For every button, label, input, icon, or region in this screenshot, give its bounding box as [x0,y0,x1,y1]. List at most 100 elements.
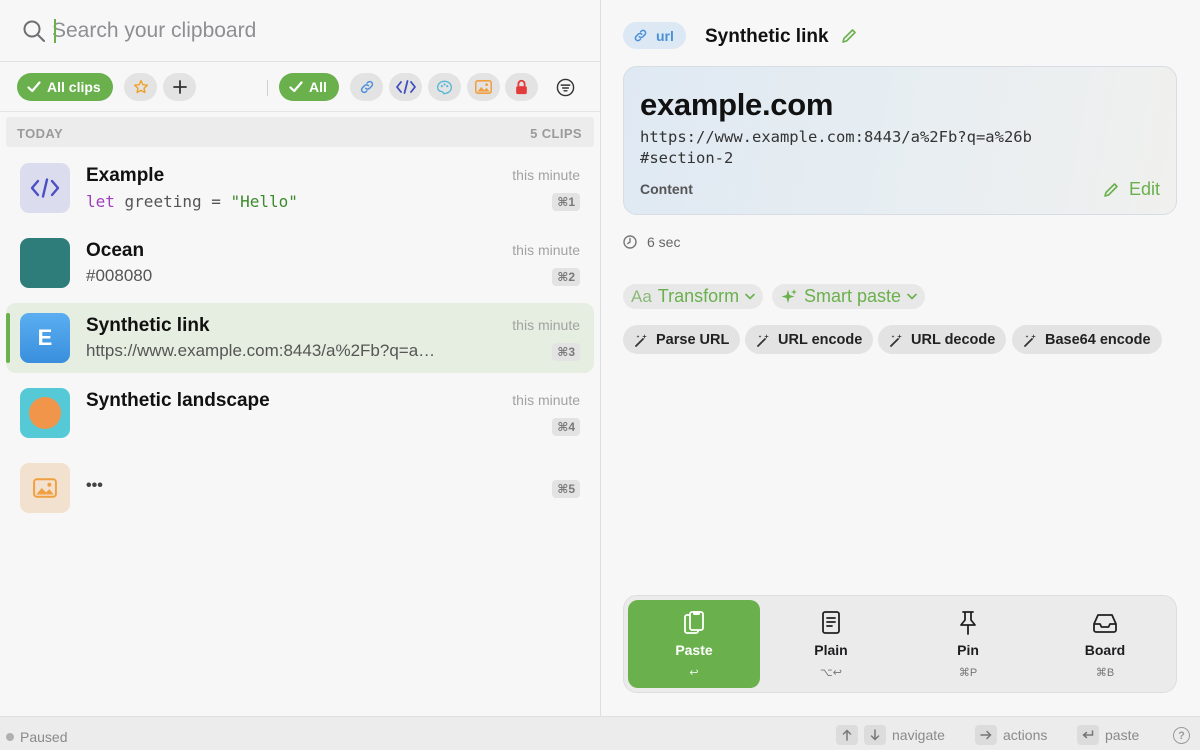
clip-list-pane: All clips All TODAY [0,0,600,716]
paste-shortcut: ↩ [689,667,699,679]
favicon-letter: E [37,325,53,350]
link-favicon: E [20,313,70,363]
clip-shortcut: ⌘1 [552,193,580,211]
arrow-right-icon [980,730,992,740]
clip-title: Ocean [86,240,145,261]
magic-wand-icon [1024,333,1036,347]
clip-row[interactable]: ••• ⌘5 [6,453,594,523]
paused-indicator[interactable]: Paused [6,729,67,745]
image-icon [33,478,57,498]
link-icon [634,29,647,42]
content-card: example.com https://www.example.com:8443… [623,66,1177,215]
code-type-filter[interactable] [389,73,422,101]
transform-label: URL encode [778,331,863,348]
detail-pane: url Synthetic link example.com https://w… [601,0,1200,716]
arrow-down-icon [870,729,880,741]
add-board-button[interactable] [163,73,196,101]
plain-shortcut: ⌥↩ [820,667,842,679]
clip-title: Synthetic landscape [86,390,270,411]
clip-preview: let greeting = "Hello" [86,192,298,211]
magic-wand-icon [635,333,647,347]
pencil-icon [1104,182,1118,197]
image-thumbnail [20,388,70,438]
clip-preview: #008080 [86,266,153,285]
clip-time: this minute [512,167,580,183]
search-input[interactable] [52,14,572,48]
clip-row[interactable]: Example let greeting = "Hello" this minu… [6,153,594,223]
document-icon [822,611,840,634]
tray-icon [1093,614,1117,633]
clip-row-selected[interactable]: E Synthetic link https://www.example.com… [6,303,594,373]
pin-button[interactable]: Pin ⌘P [902,600,1034,688]
link-icon [360,80,373,94]
transform-url-encode[interactable]: URL encode [745,325,874,354]
clip-time: this minute [512,242,580,258]
search-icon [23,20,45,42]
text-format-icon: Aa [631,286,652,306]
filter-divider [267,80,268,96]
type-badge: url [623,22,686,49]
edit-button[interactable]: Edit [1103,179,1160,200]
arrow-right-key [975,725,997,745]
arrow-down-key [864,725,886,745]
help-button[interactable]: ? [1173,727,1190,744]
transform-label: Transform [657,286,740,306]
arrow-up-key [836,725,858,745]
magic-wand-icon [757,333,769,347]
transform-parse-url[interactable]: Parse URL [623,325,741,354]
chevron-down-icon [907,293,917,300]
filter-options-button[interactable] [549,73,582,101]
link-type-filter[interactable] [350,73,383,101]
clip-shortcut: ⌘5 [552,480,580,498]
secure-type-filter[interactable] [505,73,538,101]
action-bar: Paste ↩ Plain ⌥↩ Pin ⌘P Board ⌘B [623,595,1177,693]
sun-shape [29,397,61,429]
section-header-today: TODAY 5 CLIPS [6,117,594,147]
search-bar [0,0,600,62]
clip-preview: https://www.example.com:8443/a%2Fb?q=a%2… [86,341,448,360]
all-types-filter[interactable]: All [279,73,339,101]
code-thumbnail [20,163,70,213]
paste-hint: paste [1077,725,1139,745]
code-icon [395,80,416,94]
transform-base64-encode[interactable]: Base64 encode [1012,325,1162,354]
clip-row[interactable]: Synthetic landscape this minute ⌘4 [6,378,594,448]
paste-button[interactable]: Paste ↩ [628,600,760,688]
text-caret [54,19,56,43]
smart-paste-menu[interactable]: Smart paste [772,284,926,309]
transform-url-decode[interactable]: URL decode [878,325,1007,354]
color-type-filter[interactable] [428,73,461,101]
board-button[interactable]: Board ⌘B [1039,600,1171,688]
content-label: Content [640,181,693,197]
edit-label: Edit [1128,179,1160,199]
clip-title: Synthetic link [86,315,210,336]
all-clips-label: All clips [47,79,101,95]
board-label: Board [1084,642,1126,658]
arrow-up-icon [842,729,852,741]
filter-icon [556,78,575,96]
smart-paste-label: Smart paste [804,286,902,306]
status-bar: Paused navigate actions paste ? [0,716,1200,750]
image-type-filter[interactable] [467,73,500,101]
favorites-filter[interactable] [124,73,157,101]
paused-label: Paused [20,729,68,745]
url-full: https://www.example.com:8443/a%2Fb?q=a%2… [640,128,1032,167]
pin-label: Pin [957,642,979,658]
return-key [1077,725,1099,745]
pencil-icon[interactable] [841,28,857,44]
all-clips-filter[interactable]: All clips [17,73,113,101]
sparkles-icon [781,288,797,303]
paste-hint-label: paste [1105,727,1140,743]
section-count: 5 CLIPS [530,126,582,141]
star-icon [133,80,148,94]
clip-shortcut: ⌘2 [552,268,580,286]
pin-icon [960,611,976,635]
actions-label: actions [1003,727,1048,743]
plain-paste-button[interactable]: Plain ⌥↩ [765,600,897,688]
transform-menu[interactable]: Aa Transform [623,284,764,309]
clip-row[interactable]: Ocean #008080 this minute ⌘2 [6,228,594,298]
clock-icon [623,235,637,249]
navigate-label: navigate [892,727,945,743]
all-types-label: All [309,79,327,95]
paste-label: Paste [675,642,713,658]
